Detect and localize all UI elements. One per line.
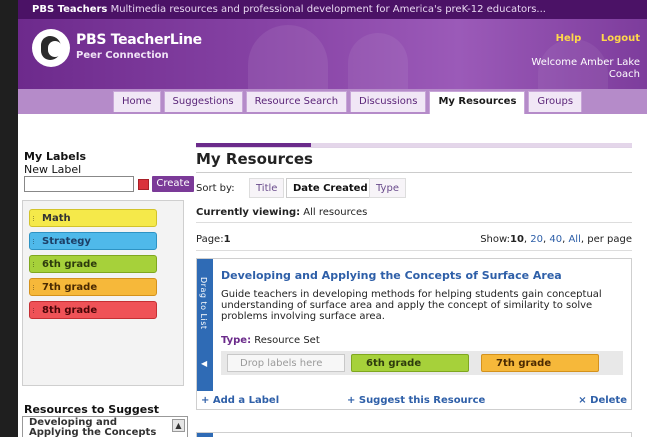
divider [196,172,632,173]
resource-title-link[interactable]: Developing and Applying the Concepts of … [221,269,562,282]
tab-home[interactable]: Home [113,91,161,112]
show-per-page: Show:10, 20, 40, All, per page [480,234,632,245]
page-title: My Resources [196,150,313,168]
my-labels-title: My Labels [24,150,87,163]
resource-type-label: Type: [221,335,252,346]
drag-to-list-text: Drag to List [199,277,208,330]
pbs-top-bar: PBS Teachers Multimedia resources and pr… [18,0,647,19]
drop-labels-zone[interactable]: Drop labels here [227,354,345,372]
resources-to-suggest-title: Resources to Suggest [24,403,160,416]
tab-my-resources[interactable]: My Resources [429,91,526,114]
user-role: Coach [608,69,640,80]
brand-name: PBS TeacherLine [76,32,202,48]
welcome-user: Welcome Amber Lake [531,57,640,68]
delete-resource-link[interactable]: × Delete [578,395,627,406]
labels-list: Math Strategy 6th grade 7th grade 8th gr… [22,200,184,386]
drag-handle[interactable]: Drag to List ◀ [197,259,213,391]
show-label: Show: [480,234,510,245]
logout-link[interactable]: Logout [601,33,640,44]
drag-handle[interactable] [197,433,213,437]
resource-card [196,432,632,437]
currently-viewing-value: All resources [303,207,368,218]
drag-arrow-icon: ◀ [201,359,208,368]
sort-by-label: Sort by: [196,183,235,194]
header-art-decoration [248,25,328,89]
label-drop-row: Drop labels here 6th grade 7th grade [221,351,623,375]
main-nav: Home Suggestions Resource Search Discuss… [18,89,647,114]
site-header: PBS TeacherLine Peer Connection Help Log… [18,19,647,89]
show-40-link[interactable]: 40 [549,234,562,245]
help-link[interactable]: Help [556,33,582,44]
currently-viewing: Currently viewing: All resources [196,207,367,218]
top-bar-tagline: Multimedia resources and professional de… [110,4,546,15]
page-label: Page: [196,234,224,245]
card-label-6th-grade[interactable]: 6th grade [351,354,469,372]
divider [196,250,632,251]
per-page-text: per page [587,234,632,245]
header-art-decoration [348,33,408,89]
sort-option-date-created[interactable]: Date Created [286,178,375,198]
label-color-swatch[interactable] [138,179,149,190]
nav-tabs: Home Suggestions Resource Search Discuss… [113,91,585,114]
label-strategy[interactable]: Strategy [29,232,157,250]
tab-discussions[interactable]: Discussions [350,91,427,112]
list-item[interactable]: Applying the Concepts [29,428,187,437]
resource-type-value: Resource Set [254,335,320,346]
pager: Page:1 [196,234,231,245]
new-label-input[interactable] [24,176,134,192]
header-links: Help Logout [540,33,640,44]
currently-viewing-label: Currently viewing: [196,207,301,218]
new-label-caption: New Label [24,163,82,176]
sort-option-type[interactable]: Type [369,178,406,198]
resource-type: Type: Resource Set [221,335,320,346]
add-label-link[interactable]: + Add a Label [201,395,279,406]
show-20-link[interactable]: 20 [530,234,543,245]
resources-to-suggest-list[interactable]: Developing and Applying the Concepts ▲ [22,416,188,437]
tab-groups[interactable]: Groups [528,91,583,112]
scroll-up-arrow-icon[interactable]: ▲ [172,419,185,432]
pbs-logo-icon[interactable] [32,29,70,67]
resource-description: Guide teachers in developing methods for… [221,289,602,322]
main-content: My Resources Sort by: Title Date Created… [196,114,647,437]
label-6th-grade[interactable]: 6th grade [29,255,157,273]
card-actions: + Add a Label + Suggest this Resource × … [197,391,631,409]
welcome-text: Welcome Amber Lake Coach [531,57,640,81]
page-content: My Labels New Label Create Math Strategy… [18,114,647,437]
page-number: 1 [223,234,231,245]
sort-option-title[interactable]: Title [249,178,285,198]
create-label-button[interactable]: Create [152,176,194,192]
sidebar: My Labels New Label Create Math Strategy… [18,114,198,437]
card-label-7th-grade[interactable]: 7th grade [481,354,599,372]
divider [196,222,632,223]
suggest-resource-link[interactable]: + Suggest this Resource [347,395,485,406]
tab-resource-search[interactable]: Resource Search [245,91,348,112]
label-math[interactable]: Math [29,209,157,227]
pbs-teachers-brand[interactable]: PBS Teachers [32,4,107,15]
brand-subtitle: Peer Connection [76,50,169,61]
show-all-link[interactable]: All [568,234,580,245]
resource-card: Drag to List ◀ Developing and Applying t… [196,258,632,410]
label-7th-grade[interactable]: 7th grade [29,278,157,296]
label-8th-grade[interactable]: 8th grade [29,301,157,319]
divider [196,147,632,148]
show-current: 10 [510,234,524,245]
tab-suggestions[interactable]: Suggestions [163,91,243,112]
